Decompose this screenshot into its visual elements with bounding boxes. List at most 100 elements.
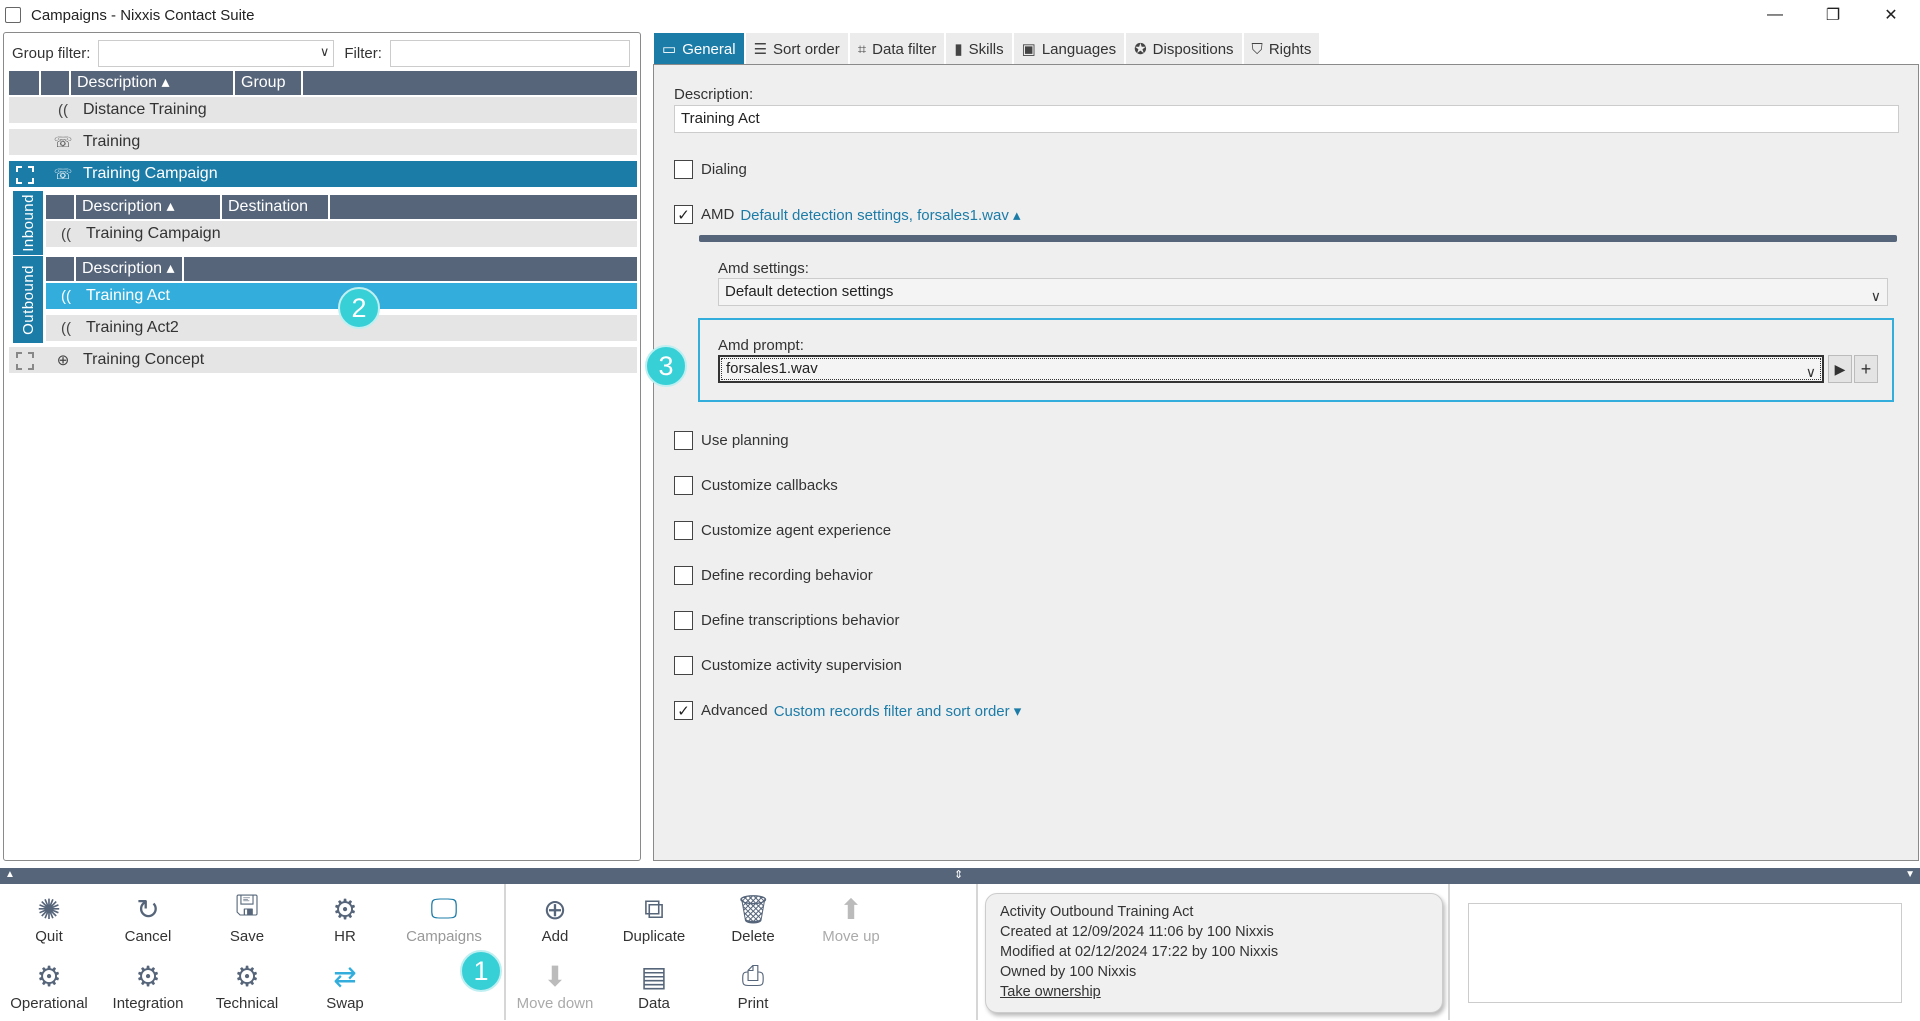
close-button[interactable]: ✕ [1862, 0, 1920, 30]
panel-splitter[interactable]: ▲ ⇕ ▼ [0, 868, 1920, 884]
use-planning-option[interactable]: Use planning [674, 431, 789, 450]
phone-icon: ☏ [53, 166, 73, 183]
notes-area[interactable] [1468, 903, 1902, 1003]
book-icon: ▮ [954, 41, 963, 58]
define-recording-option[interactable]: Define recording behavior [674, 566, 873, 585]
campaign-grid-header: Description ▴ Group [9, 71, 637, 95]
move-up-button[interactable]: ⬆ Move up [806, 890, 896, 954]
integration-button[interactable]: ⚙ Integration [103, 957, 193, 1021]
delete-button[interactable]: 🗑 Delete [708, 890, 798, 954]
minimize-button[interactable]: — [1746, 0, 1804, 30]
description-field[interactable]: Training Act [674, 105, 1899, 133]
technical-button[interactable]: ⚙ Technical [202, 957, 292, 1021]
campaigns-button[interactable]: 🖵 Campaigns [399, 890, 489, 954]
filter-label: Filter: [344, 44, 382, 62]
hr-button[interactable]: ⚙ HR [300, 890, 390, 954]
outbound-signal-icon: (( [61, 319, 71, 337]
collapse-up-icon[interactable]: ▲ [5, 869, 15, 880]
add-circle-icon: ⊕ [543, 893, 567, 925]
collapse-down-icon[interactable]: ▼ [1905, 869, 1915, 880]
add-button[interactable]: ⊕ Add [510, 890, 600, 954]
expand-collapse-icon[interactable] [16, 352, 34, 370]
crosshair-icon: ⊕ [56, 352, 70, 369]
customize-agent-experience-option[interactable]: Customize agent experience [674, 521, 891, 540]
play-icon[interactable]: ▶ [1828, 355, 1852, 383]
add-prompt-icon[interactable]: + [1854, 355, 1878, 383]
list-item[interactable]: (( Distance Training [9, 97, 637, 125]
inbound-signal-icon: (( [61, 225, 71, 243]
column-destination[interactable]: Destination [222, 195, 330, 219]
toolbar-divider [976, 884, 978, 1020]
list-item-selected[interactable]: ☏ Training Campaign [9, 161, 637, 189]
column-description[interactable]: Description ▴ [76, 195, 222, 219]
wrench-gear-icon: ⚙ [234, 960, 260, 992]
define-transcriptions-checkbox[interactable] [674, 611, 693, 630]
customize-supervision-checkbox[interactable] [674, 656, 693, 675]
define-transcriptions-option[interactable]: Define transcriptions behavior [674, 611, 899, 630]
toolbar-divider [504, 884, 506, 1020]
languages-icon: ▣ [1021, 41, 1036, 58]
customize-agent-experience-checkbox[interactable] [674, 521, 693, 540]
sort-icon: ☰ [753, 41, 768, 58]
amd-settings-select[interactable]: Default detection settings ∨ [718, 278, 1888, 306]
tab-rights[interactable]: ⛉ Rights [1243, 33, 1320, 65]
list-item[interactable]: (( Training Campaign [46, 221, 637, 249]
window-title: Campaigns - Nixxis Contact Suite [31, 6, 255, 24]
group-filter-combo[interactable]: ∨ [98, 39, 335, 67]
advanced-option[interactable]: ✓ Advanced Custom records filter and sor… [674, 701, 1021, 720]
list-item[interactable]: ☏ Training [9, 129, 637, 157]
expand-collapse-icon[interactable] [16, 166, 34, 184]
amd-prompt-select[interactable]: forsales1.wav ∨ [718, 355, 1824, 383]
advanced-checkbox[interactable]: ✓ [674, 701, 693, 720]
print-button[interactable]: ⎙ Print [708, 957, 798, 1021]
move-down-button[interactable]: ⬇ Move down [510, 957, 600, 1021]
tab-general[interactable]: ▭ General [654, 33, 744, 65]
restore-button[interactable]: ❐ [1804, 0, 1862, 30]
quit-button[interactable]: ✺ Quit [4, 890, 94, 954]
define-recording-checkbox[interactable] [674, 566, 693, 585]
tab-bar: ▭ General ☰ Sort order ⌗ Data filter ▮ Skill… [654, 33, 1321, 65]
filter-input[interactable] [389, 39, 630, 67]
tab-outbound[interactable]: Outbound [13, 255, 43, 343]
tab-skills[interactable]: ▮ Skills [946, 33, 1012, 65]
tab-inbound[interactable]: Inbound [13, 191, 43, 255]
tab-languages[interactable]: ▣ Languages [1013, 33, 1125, 65]
swap-button[interactable]: ⇄ Swap [300, 957, 390, 1021]
splitter-grip-icon[interactable]: ⇕ [954, 868, 963, 881]
column-group[interactable]: Group [235, 71, 303, 95]
step-badge-1: 1 [460, 950, 502, 992]
outbound-grid-header: Description ▴ [46, 257, 637, 281]
dialing-option[interactable]: Dialing [674, 160, 747, 179]
activity-info-box: Activity Outbound Training Act Created a… [985, 893, 1443, 1013]
use-planning-checkbox[interactable] [674, 431, 693, 450]
operational-button[interactable]: ⚙ Operational [4, 957, 94, 1021]
save-icon: 🖫 [235, 890, 259, 921]
tab-sort-order[interactable]: ☰ Sort order [745, 33, 848, 65]
advanced-settings-link[interactable]: Custom records filter and sort order ▾ [774, 702, 1022, 720]
info-title: Activity Outbound Training Act [1000, 904, 1194, 920]
amd-settings-link[interactable]: Default detection settings, forsales1.wa… [740, 206, 1020, 224]
customize-supervision-option[interactable]: Customize activity supervision [674, 656, 902, 675]
dialing-checkbox[interactable] [674, 160, 693, 179]
chevron-down-icon: ∨ [1870, 288, 1881, 304]
description-label: Description: [674, 86, 754, 103]
monitor-icon: ▭ [662, 41, 677, 58]
tab-dispositions[interactable]: ✪ Dispositions [1126, 33, 1242, 65]
list-item[interactable]: ⊕ Training Concept [9, 347, 637, 375]
amd-option[interactable]: ✓ AMD Default detection settings, forsal… [674, 205, 1021, 224]
column-description[interactable]: Description ▴ [71, 71, 235, 95]
customize-callbacks-checkbox[interactable] [674, 476, 693, 495]
info-modified: Modified at 02/12/2024 17:22 by 100 Nixx… [1000, 944, 1279, 960]
duplicate-button[interactable]: ⧉ Duplicate [609, 890, 699, 954]
tab-data-filter[interactable]: ⌗ Data filter [849, 33, 945, 65]
amd-checkbox[interactable]: ✓ [674, 205, 693, 224]
arrow-down-icon: ⬇ [543, 960, 567, 992]
save-button[interactable]: 🖫 Save [202, 890, 292, 954]
take-ownership-link[interactable]: Take ownership [1000, 982, 1428, 1002]
data-button[interactable]: ▤ Data [609, 957, 699, 1021]
campaign-tree-panel: Group filter: ∨ Filter: Description ▴ Gr… [3, 32, 641, 861]
cancel-button[interactable]: ↻ Cancel [103, 890, 193, 954]
customize-callbacks-option[interactable]: Customize callbacks [674, 476, 838, 495]
column-description[interactable]: Description ▴ [76, 257, 184, 281]
monitor-icon: 🖵 [430, 892, 458, 924]
